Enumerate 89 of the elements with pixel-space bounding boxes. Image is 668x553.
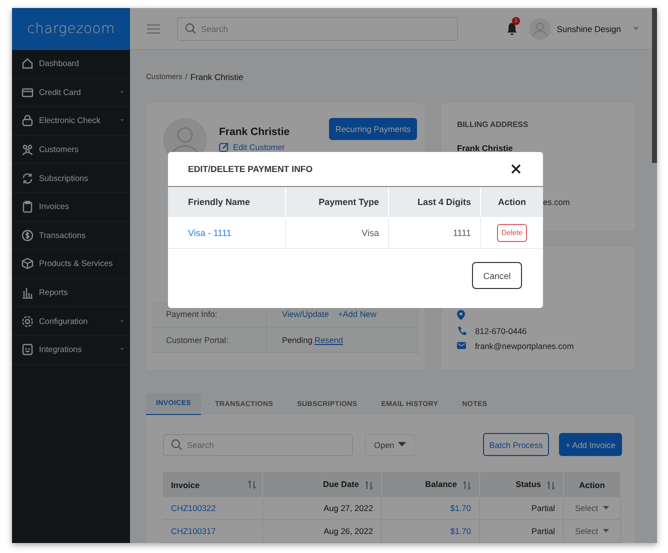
gear-icon [21,314,34,328]
table-cell: Partial [480,520,564,542]
sort-icon [463,480,471,490]
refresh-icon [21,172,34,185]
table-cell: Aug 26, 2022 [262,520,382,542]
sidebar-item[interactable]: Products & Services [12,250,130,279]
field-label: Payment Info: [165,309,218,320]
email-address: frank@newportplanes.com [475,341,574,352]
link[interactable]: Resend [314,334,344,345]
search-icon [185,23,196,34]
sort-icon [248,480,256,489]
column-header: Action [480,187,543,217]
customer-name: Frank Christie [219,126,291,138]
column-header: Due Date [262,472,382,497]
sidebar-item[interactable]: Configuration [12,307,130,336]
box-icon [21,257,34,270]
close-icon [511,164,521,174]
batch-process-button[interactable]: Batch Process [483,433,549,456]
sidebar-item[interactable]: Reports [12,278,130,308]
address-line: es.com [543,197,570,207]
bar-chart-icon [21,286,34,300]
search-icon [171,439,182,450]
column-header: Invoice [163,472,262,497]
sidebar-item[interactable]: Customers [12,136,130,164]
caret-icon [398,442,406,447]
sidebar-item[interactable]: Credit Card [12,78,130,108]
clipboard-icon [21,200,34,214]
field-label: Customer Portal: [165,334,230,345]
menu-icon [147,24,160,34]
sidebar-item[interactable]: Transactions [12,222,130,250]
field-value: Pending [282,334,312,345]
phone-number: 812-670-0446 [475,326,527,336]
recurring-payments-button[interactable]: Recurring Payments [329,118,417,140]
search-field[interactable]: Search [163,434,353,456]
search-field[interactable]: Search [177,16,458,40]
column-header: Last 4 Digits [388,187,480,217]
caret-icon [120,348,124,352]
caret-icon [120,90,124,94]
scrollbar[interactable] [652,8,657,163]
mail-icon [457,341,467,352]
sidebar-item[interactable]: Integrations [12,336,130,365]
table-cell: 1111 [388,217,480,248]
sidebar-item[interactable]: Subscriptions [12,164,130,193]
column-header: Balance [382,472,480,497]
table-cell: Aug 27, 2022 [262,497,382,520]
column-header: Friendly Name [168,187,286,217]
status-dropdown[interactable]: Open [365,434,415,456]
column-header: Action [564,472,620,497]
house-icon [21,57,34,70]
table-cell: $1.70 [382,497,480,520]
action-select[interactable]: Select [574,526,610,536]
caret-icon [633,26,639,30]
billing-name: Frank Christie [457,143,514,153]
caret-icon [120,320,124,323]
pin-icon [457,310,467,320]
phone-icon [457,326,467,336]
column-header: Payment Type [286,187,388,217]
sidebar-item[interactable]: Electronic Check [12,107,130,136]
user-name[interactable]: Sunshine Design [556,24,621,34]
table-cell: Visa [286,217,388,248]
caret-icon [603,506,610,510]
pencil-icon [219,142,229,152]
sort-icon [547,480,555,490]
column-header: Status [480,472,564,497]
invoice-link[interactable]: CHZ100317 [171,526,216,536]
modal-title: EDIT/DELETE PAYMENT INFO [188,164,313,174]
link[interactable]: +Add New [338,309,376,320]
logo[interactable]: chargezoom [27,21,115,37]
payment-method-link[interactable]: Visa - 1111 [188,228,232,238]
cancel-button[interactable]: Cancel [472,262,522,289]
table-cell: Partial [480,497,564,520]
add-invoice-button[interactable]: + Add Invoice [559,433,622,456]
card-icon [21,86,34,99]
lock-icon [21,114,34,128]
invoice-link[interactable]: CHZ100322 [171,503,216,513]
edit-customer-link[interactable]: Edit Customer [219,142,317,152]
sort-icon [365,480,373,490]
dollar-icon [21,228,34,242]
people-icon [21,143,34,156]
bell-icon [506,22,518,35]
caret-icon [120,119,124,122]
sidebar-item[interactable]: Invoices [12,192,130,222]
breadcrumb-current: Frank Christie [190,72,244,82]
action-select[interactable]: Select [574,503,610,513]
table-cell: $1.70 [382,520,480,542]
link[interactable]: View/Update [282,309,329,320]
avatar-icon [528,18,551,40]
sidebar-item[interactable]: Dashboard [12,50,130,79]
caret-icon [603,529,610,533]
